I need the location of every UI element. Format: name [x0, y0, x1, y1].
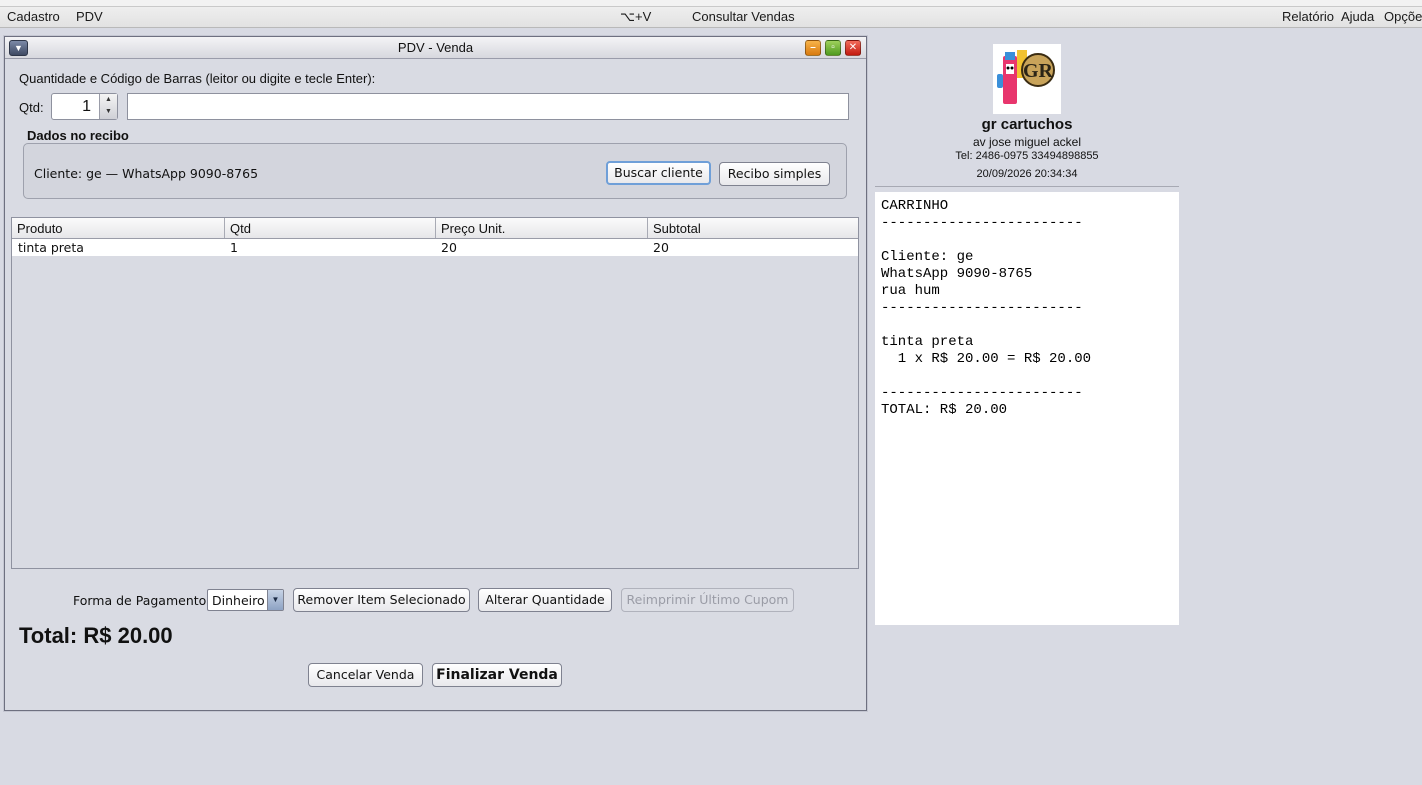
- column-header-preco[interactable]: Preço Unit.: [441, 221, 505, 236]
- cell-produto: tinta preta: [18, 240, 84, 255]
- menu-opcoes[interactable]: Opções: [1384, 9, 1422, 24]
- quantity-value[interactable]: 1: [82, 98, 91, 116]
- receipt-line: WhatsApp 9090-8765: [881, 266, 1033, 282]
- maximize-icon[interactable]: ▫: [825, 40, 841, 56]
- menu-pdv[interactable]: PDV: [76, 9, 103, 24]
- shop-name: gr cartuchos: [981, 116, 1073, 133]
- menu-relatorio[interactable]: Relatório: [1282, 9, 1334, 24]
- receipt-line: 1 x R$ 20.00 = R$ 20.00: [881, 351, 1092, 367]
- barcode-input[interactable]: [127, 93, 849, 120]
- reprint-receipt-button: Reimprimir Último Cupom: [621, 588, 794, 612]
- receipt-line: [881, 368, 1173, 385]
- receipt-line: TOTAL: R$ 20.00: [881, 402, 1008, 418]
- recibo-panel: Cliente: ge — WhatsApp 9090-8765 Buscar …: [23, 143, 847, 199]
- payment-select[interactable]: Dinheiro ▼: [207, 589, 284, 611]
- qtd-label: Qtd:: [19, 100, 44, 115]
- receipt-line: Cliente: ge: [881, 249, 974, 265]
- shop-logo: GR: [993, 44, 1061, 114]
- cell-qtd: 1: [230, 240, 238, 255]
- receipt-line: CARRINHO: [881, 198, 949, 214]
- stepper-down-icon[interactable]: ▼: [100, 106, 117, 118]
- recibo-section-title: Dados no recibo: [27, 128, 129, 143]
- receipt-line: [881, 317, 1173, 334]
- divider: [875, 186, 1179, 187]
- menu-consultar-vendas[interactable]: Consultar Vendas: [692, 9, 795, 24]
- window-title: PDV - Venda: [397, 40, 474, 55]
- alter-quantity-button[interactable]: Alterar Quantidade: [478, 588, 612, 612]
- receipt-line: ------------------------: [881, 215, 1083, 231]
- receipt-line: ------------------------: [881, 385, 1083, 401]
- menu-cadastro[interactable]: Cadastro: [7, 9, 60, 24]
- cliente-info: Cliente: ge — WhatsApp 9090-8765: [34, 166, 259, 181]
- close-icon[interactable]: ✕: [845, 40, 861, 56]
- cell-preco: 20: [441, 240, 457, 255]
- menu-ajuda[interactable]: Ajuda: [1341, 9, 1374, 24]
- receipt-line: rua hum: [881, 283, 940, 299]
- quantity-stepper[interactable]: 1 ▲ ▼: [51, 93, 118, 120]
- buscar-cliente-button[interactable]: Buscar cliente: [606, 161, 711, 185]
- cell-subtotal: 20: [653, 240, 669, 255]
- receipt-preview: CARRINHO ------------------------ Client…: [875, 192, 1179, 625]
- cancel-sale-button[interactable]: Cancelar Venda: [308, 663, 423, 687]
- payment-value: Dinheiro: [212, 593, 265, 608]
- barcode-instruction: Quantidade e Código de Barras (leitor ou…: [19, 71, 376, 86]
- payment-label: Forma de Pagamento:: [73, 593, 211, 608]
- items-table[interactable]: Produto Qtd Preço Unit. Subtotal tinta p…: [11, 217, 859, 569]
- table-header: Produto Qtd Preço Unit. Subtotal: [12, 218, 858, 239]
- receipt-line: ------------------------: [881, 300, 1083, 316]
- menubar: Cadastro PDV ⌥+V Consultar Vendas Relató…: [0, 7, 1422, 28]
- pdv-venda-window: ▼ PDV - Venda – ▫ ✕ Quantidade e Código …: [4, 36, 867, 711]
- column-header-qtd[interactable]: Qtd: [230, 221, 251, 236]
- minimize-icon[interactable]: –: [805, 40, 821, 56]
- column-header-produto[interactable]: Produto: [17, 221, 63, 236]
- top-strip: [0, 0, 1422, 7]
- recibo-simples-button[interactable]: Recibo simples: [719, 162, 830, 186]
- chevron-down-icon[interactable]: ▼: [267, 590, 283, 610]
- stepper-up-icon[interactable]: ▲: [100, 94, 117, 106]
- menu-shortcut[interactable]: ⌥+V: [620, 9, 651, 25]
- logo-text: GR: [1023, 60, 1054, 82]
- receipt-line: tinta preta: [881, 334, 974, 350]
- finalize-sale-button[interactable]: Finalizar Venda: [432, 663, 562, 687]
- remove-item-button[interactable]: Remover Item Selecionado: [293, 588, 470, 612]
- column-header-subtotal[interactable]: Subtotal: [653, 221, 701, 236]
- receipt-datetime: 20/09/2026 20:34:34: [976, 168, 1078, 180]
- window-titlebar[interactable]: ▼ PDV - Venda – ▫ ✕: [5, 37, 866, 59]
- receipt-line: [881, 232, 1173, 249]
- shop-phone: Tel: 2486-0975 33494898855: [955, 150, 1099, 162]
- total-amount: Total: R$ 20.00: [19, 623, 173, 648]
- shop-address: av jose miguel ackel: [972, 135, 1082, 149]
- table-row[interactable]: tinta preta 1 20 20: [12, 239, 858, 256]
